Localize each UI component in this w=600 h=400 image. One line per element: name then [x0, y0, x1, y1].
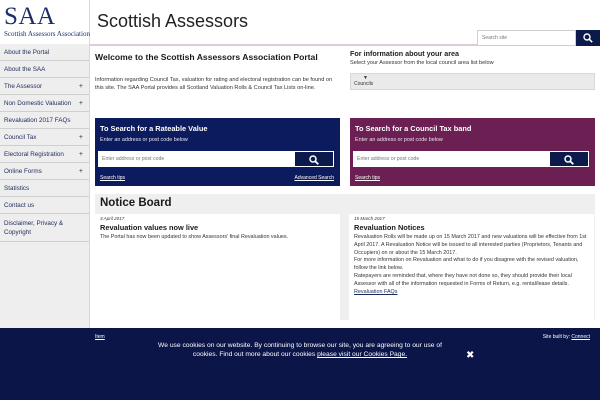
sidebar-item-label: About the SAA	[4, 65, 46, 73]
close-icon[interactable]: ✖	[466, 350, 474, 361]
sidebar-item-about-saa[interactable]: About the SAA	[0, 61, 89, 78]
notice-card: 3 April 2017 Revaluation values now live…	[95, 214, 340, 320]
expand-plus-icon[interactable]: +	[79, 151, 83, 158]
logo-text: SAA	[4, 3, 56, 30]
sidebar-item-label: Online Forms	[4, 167, 42, 175]
page-title: Scottish Assessors	[97, 11, 249, 31]
expand-plus-icon[interactable]: +	[79, 100, 83, 107]
sidebar-item-label: Electoral Registration	[4, 150, 64, 158]
cookies-page-link[interactable]: please visit our Cookies Page.	[317, 351, 407, 358]
sidebar-item-non-domestic-valuation[interactable]: Non Domestic Valuation +	[0, 95, 89, 112]
search-icon	[564, 155, 574, 165]
panel-title: To Search for a Council Tax band	[355, 124, 472, 133]
sidebar-item-the-assessor[interactable]: The Assessor +	[0, 78, 89, 95]
sidebar-item-online-forms[interactable]: Online Forms +	[0, 163, 89, 180]
expand-plus-icon[interactable]: +	[79, 134, 83, 141]
panel-subtitle: Enter an address or post code below	[355, 137, 443, 143]
rateable-search-input[interactable]	[98, 151, 294, 167]
notice-paragraph: The Portal has now been updated to show …	[100, 234, 289, 240]
council-tax-search-button[interactable]	[549, 151, 589, 167]
search-tips-link[interactable]: Search tips	[355, 175, 380, 181]
notice-body: The Portal has now been updated to show …	[100, 234, 338, 242]
area-info-subtitle: Select your Assessor from the local coun…	[350, 60, 494, 66]
revaluation-faqs-link[interactable]: Revaluation FAQs	[354, 289, 397, 295]
sidebar-item-label: Statistics	[4, 184, 30, 192]
search-icon	[583, 33, 593, 43]
area-info-title: For information about your area	[350, 49, 460, 58]
expand-plus-icon[interactable]: +	[79, 168, 83, 175]
panel-subtitle: Enter an address or post code below	[100, 137, 188, 143]
sidebar-item-label: Revaluation 2017 FAQs	[4, 116, 71, 124]
notice-card: 15 March 2017 Revaluation Notices Revalu…	[349, 214, 594, 320]
advanced-search-link[interactable]: Advanced Search	[295, 175, 334, 181]
rateable-value-search-panel: To Search for a Rateable Value Enter an …	[95, 118, 340, 186]
welcome-title: Welcome to the Scottish Assessors Associ…	[95, 52, 318, 62]
notice-paragraph: Revaluation Rolls will be made up on 15 …	[354, 234, 587, 256]
sidebar-item-label: Disclaimer, Privacy & Copyright	[4, 219, 64, 236]
welcome-text: Information regarding Council Tax, valua…	[95, 77, 333, 91]
sidebar-item-label: Contact us	[4, 201, 35, 209]
search-button[interactable]	[576, 30, 600, 46]
search-input[interactable]	[477, 30, 576, 46]
sidebar-item-council-tax[interactable]: Council Tax +	[0, 129, 89, 146]
site-logo[interactable]: SAA Scottish Assessors Association	[0, 0, 90, 44]
rateable-search-button[interactable]	[294, 151, 334, 167]
sidebar-item-label: Non Domestic Valuation	[4, 99, 72, 107]
council-select[interactable]: ▼ Councils	[350, 73, 595, 90]
sidebar-item-label: The Assessor	[4, 82, 43, 90]
logo-subtitle: Scottish Assessors Association	[4, 30, 90, 38]
site-search	[477, 30, 600, 46]
cookie-banner: We use cookies on our website. By contin…	[0, 338, 600, 400]
sidebar-item-revaluation-faqs[interactable]: Revaluation 2017 FAQs	[0, 112, 89, 129]
notice-body: Revaluation Rolls will be made up on 15 …	[354, 234, 592, 296]
expand-plus-icon[interactable]: +	[79, 83, 83, 90]
cookie-message: We use cookies on our website. By contin…	[150, 341, 450, 359]
council-tax-search-panel: To Search for a Council Tax band Enter a…	[350, 118, 595, 186]
sidebar-nav: About the Portal About the SAA The Asses…	[0, 44, 90, 328]
sidebar-item-disclaimer[interactable]: Disclaimer, Privacy & Copyright	[0, 214, 89, 242]
sidebar-item-contact-us[interactable]: Contact us	[0, 197, 89, 214]
notice-paragraph: Ratepayers are reminded that, where they…	[354, 272, 572, 287]
search-tips-link[interactable]: Search tips	[100, 175, 125, 181]
notice-date: 3 April 2017	[100, 216, 125, 221]
notice-heading: Revaluation Notices	[354, 223, 425, 232]
sidebar-item-statistics[interactable]: Statistics	[0, 180, 89, 197]
notice-heading: Revaluation values now live	[100, 223, 199, 232]
sidebar-item-about-portal[interactable]: About the Portal	[0, 44, 89, 61]
notice-board-title: Notice Board	[100, 197, 172, 209]
search-icon	[309, 155, 319, 165]
panel-title: To Search for a Rateable Value	[100, 124, 208, 133]
council-select-value: Councils	[354, 81, 374, 87]
sidebar-item-electoral-registration[interactable]: Electoral Registration +	[0, 146, 89, 163]
sidebar-item-label: About the Portal	[4, 48, 50, 56]
council-tax-search-input[interactable]	[353, 151, 549, 167]
notice-paragraph: For more information on Revaluation and …	[354, 257, 579, 272]
sidebar-item-label: Council Tax	[4, 133, 37, 141]
notice-date: 15 March 2017	[354, 216, 385, 221]
notice-board: Notice Board 3 April 2017 Revaluation va…	[95, 194, 595, 320]
